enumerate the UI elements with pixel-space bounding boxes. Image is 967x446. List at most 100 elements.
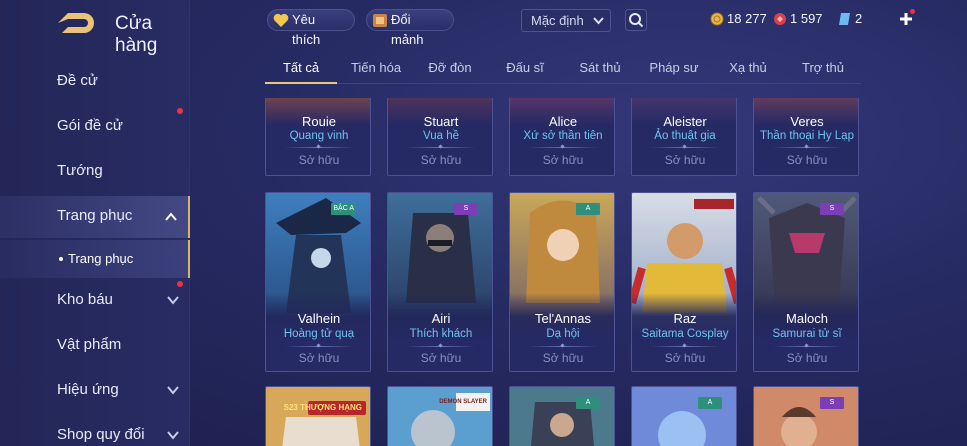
collab-badge: DEMON SLAYER — [439, 399, 487, 405]
exchange-fragments-button[interactable]: Đổi mảnh — [366, 9, 454, 47]
divider — [528, 147, 598, 148]
gold-currency: 18 277 — [710, 10, 767, 28]
tier-badge: A — [698, 397, 722, 409]
sidebar-item-label: Shop quy đổi — [57, 426, 145, 443]
sidebar-item-label: Hiệu ứng — [57, 381, 119, 398]
sidebar-item-effects[interactable]: Hiệu ứng — [0, 370, 190, 410]
page-title: Cửa hàng — [115, 13, 158, 56]
sidebar-item-label: Đề cử — [57, 72, 98, 89]
skin-art — [632, 387, 736, 446]
chevron-up-icon — [165, 212, 177, 221]
owned-label: Sở hữu — [420, 153, 462, 167]
hero-name: Aleister — [663, 114, 707, 129]
tab-mage[interactable]: Pháp sư — [641, 56, 707, 82]
skin-name: Thần thoại Hy Lạp — [760, 130, 854, 142]
exchange-label: Đổi mảnh — [391, 12, 424, 47]
tier-badge: S — [820, 203, 844, 215]
voucher-icon — [839, 13, 850, 25]
hero-name: Tel'Annas — [535, 311, 591, 326]
tab-all[interactable]: Tất cả — [265, 56, 337, 82]
owned-label: Sở hữu — [786, 153, 828, 167]
hero-name: Maloch — [786, 311, 828, 326]
hero-name: Veres — [790, 114, 824, 129]
skin-card[interactable]: Rouie Quang vinh Sở hữu — [265, 98, 371, 176]
skin-card-raz[interactable]: Raz Saitama Cosplay Sở hữu — [631, 192, 737, 372]
sidebar-item-heroes[interactable]: Tướng — [0, 151, 190, 191]
sidebar-item-treasure[interactable]: Kho báu — [0, 280, 190, 320]
owned-label: Sở hữu — [542, 153, 584, 167]
skin-art — [510, 387, 614, 446]
skin-card[interactable]: Veres Thần thoại Hy Lạp Sở hữu — [753, 98, 859, 176]
back-button[interactable] — [54, 10, 98, 36]
gem-amount: 1 597 — [790, 11, 823, 26]
hero-name: Alice — [548, 114, 578, 129]
sidebar-item-items[interactable]: Vật phẩm — [0, 325, 190, 365]
skin-name: Hoàng tử quạ — [283, 328, 355, 340]
skin-art — [388, 387, 492, 446]
divider — [284, 147, 354, 148]
voucher-amount: 2 — [855, 11, 863, 26]
sort-dropdown[interactable]: Mặc định — [521, 9, 611, 32]
tier-badge: A — [576, 397, 600, 409]
skin-card-telannas[interactable]: A Tel'Annas Dạ hội Sở hữu — [509, 192, 615, 372]
chevron-down-icon — [593, 17, 604, 25]
sidebar-item-featured[interactable]: Đề cử — [0, 61, 190, 101]
search-icon — [625, 9, 647, 31]
hero-name: Rouie — [302, 114, 336, 129]
sidebar-subitem-skins[interactable]: Trang phục — [0, 240, 190, 278]
skin-card[interactable]: A — [509, 386, 615, 446]
hero-name: Valhein — [297, 311, 341, 326]
skin-card[interactable]: DEMON SLAYER — [387, 386, 493, 446]
hero-name: Raz — [673, 311, 697, 326]
rank-badge: S23 THƯỢNG HẠNG — [283, 403, 362, 412]
sidebar-subitem-label: Trang phục — [68, 251, 134, 266]
tab-support[interactable]: Trợ thủ — [791, 56, 855, 82]
red-gem-icon — [774, 13, 786, 25]
chevron-down-icon — [167, 386, 179, 395]
tab-evolution[interactable]: Tiến hóa — [341, 56, 411, 82]
owned-label: Sở hữu — [298, 153, 340, 167]
skin-name: Saitama Cosplay — [641, 328, 729, 340]
skin-card[interactable]: A — [631, 386, 737, 446]
skin-card[interactable]: Alice Xứ sở thần tiên Sở hữu — [509, 98, 615, 176]
skin-grid: Rouie Quang vinh Sở hữu Stuart Vua hề Sở… — [265, 98, 861, 446]
sidebar-item-bundles[interactable]: Gói đề cử — [0, 106, 190, 146]
skin-card[interactable]: S23 THƯỢNG HẠNG — [265, 386, 371, 446]
skin-card[interactable]: Stuart Vua hề Sở hữu — [387, 98, 493, 176]
favorites-button[interactable]: Yêu thích — [267, 9, 355, 47]
skin-card-valhein[interactable]: BẬC A Valhein Hoàng tử quạ Sở hữu — [265, 192, 371, 372]
skin-card[interactable]: S — [753, 386, 859, 446]
search-button[interactable] — [625, 9, 647, 31]
tab-marksman[interactable]: Xạ thủ — [716, 56, 780, 82]
tier-badge: S — [820, 397, 844, 409]
divider — [772, 346, 842, 347]
skin-card-airi[interactable]: S Airi Thích khách Sở hữu — [387, 192, 493, 372]
owned-label: Sở hữu — [786, 351, 828, 365]
gold-amount: 18 277 — [727, 11, 767, 26]
skin-name: Samurai tử sĩ — [772, 328, 842, 340]
tab-fighter[interactable]: Đấu sĩ — [493, 56, 557, 82]
tab-tank[interactable]: Đỡ đòn — [417, 56, 483, 82]
owned-label: Sở hữu — [298, 351, 340, 365]
skin-name: Vua hề — [422, 130, 460, 142]
hero-name: Airi — [431, 311, 451, 326]
sidebar-item-exchange-shop[interactable]: Shop quy đổi — [0, 415, 190, 446]
sidebar-item-label: Tướng — [57, 162, 103, 179]
skin-name: Xứ sở thần tiên — [523, 130, 603, 142]
tier-badge: BẬC A — [331, 203, 356, 215]
skin-art — [754, 387, 858, 446]
owned-label: Sở hữu — [664, 351, 706, 365]
sidebar-item-label: Vật phẩm — [57, 336, 122, 353]
skin-name: Ảo thuật gia — [654, 130, 716, 142]
sidebar-item-label: Gói đề cử — [57, 117, 123, 134]
category-tabs: Tất cả Tiến hóa Đỡ đòn Đấu sĩ Sát thủ Ph… — [265, 56, 861, 84]
gem-currency: 1 597 — [773, 10, 823, 28]
sidebar-item-skins[interactable]: Trang phục — [0, 196, 190, 238]
tab-assassin[interactable]: Sát thủ — [567, 56, 633, 82]
notification-dot — [177, 108, 183, 114]
tier-badge: S — [454, 203, 478, 215]
skin-art — [266, 387, 370, 446]
skin-card[interactable]: Aleister Ảo thuật gia Sở hữu — [631, 98, 737, 176]
skin-card-maloch[interactable]: S Maloch Samurai tử sĩ Sở hữu — [753, 192, 859, 372]
owned-label: Sở hữu — [664, 153, 706, 167]
